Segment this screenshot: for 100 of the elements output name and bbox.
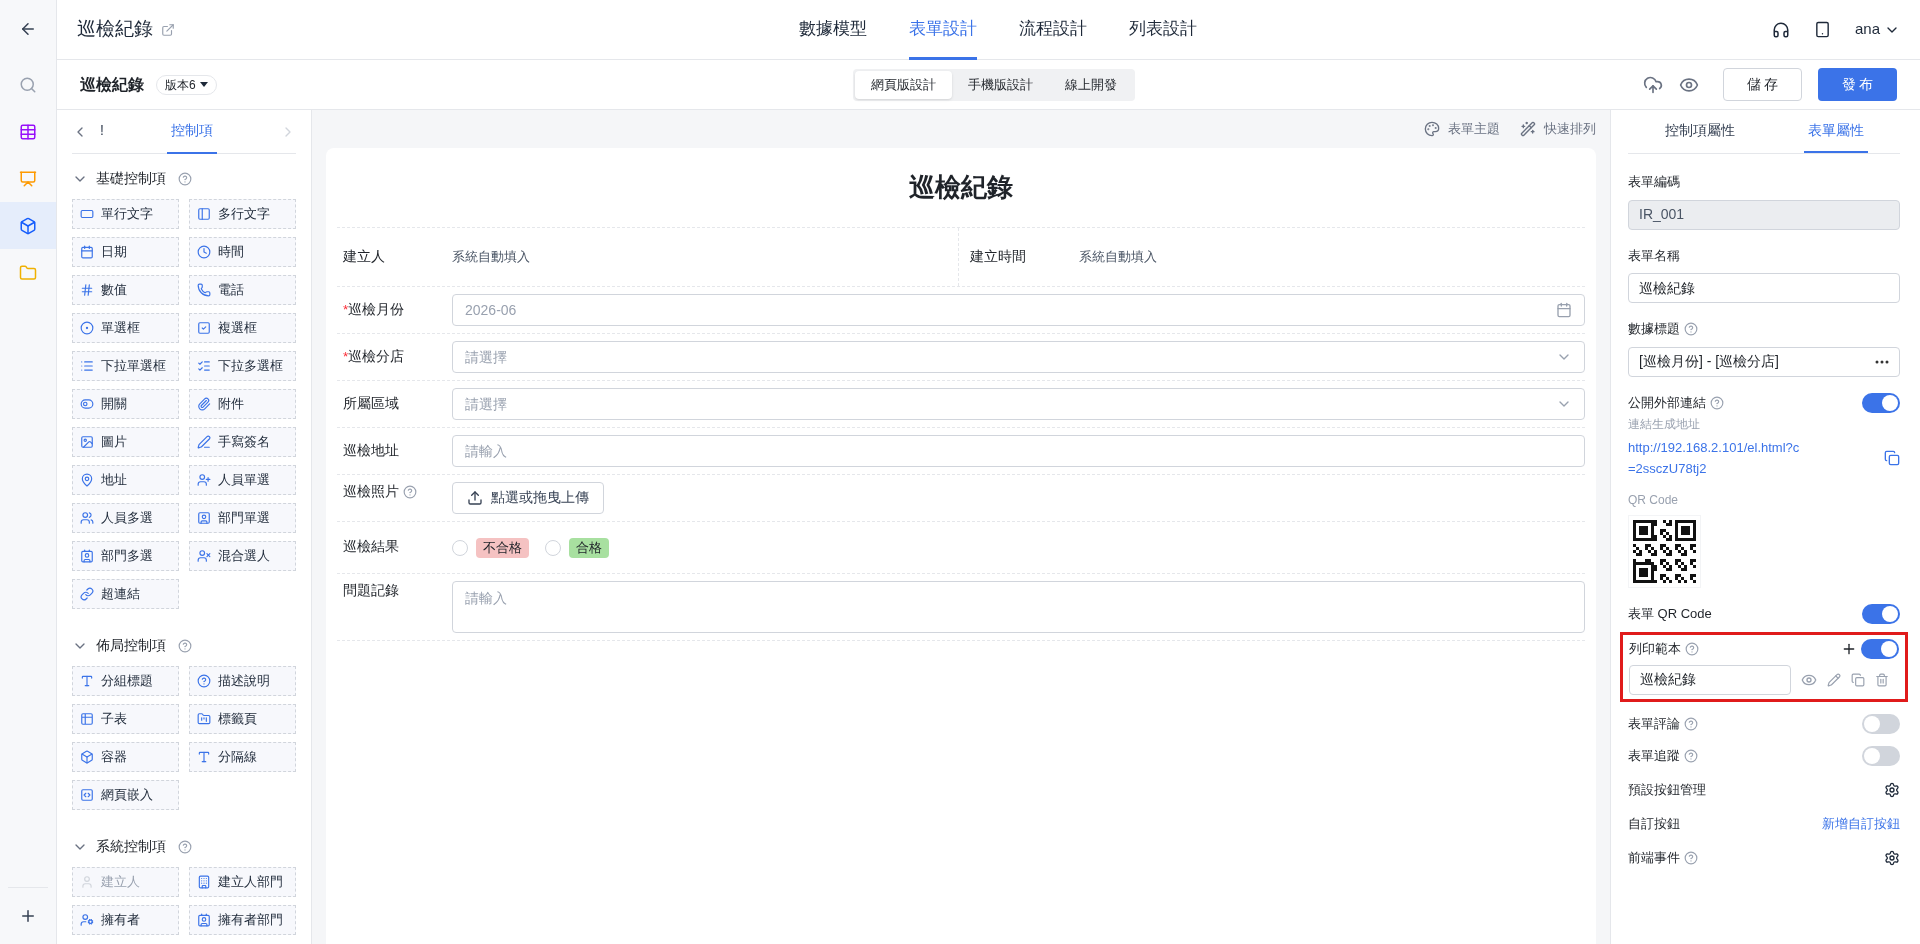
required-mark: * bbox=[343, 300, 349, 319]
nav-tab[interactable]: 數據模型 bbox=[799, 0, 867, 60]
control-item[interactable]: 電話 bbox=[189, 275, 296, 305]
control-item[interactable]: 下拉多選框 bbox=[189, 351, 296, 381]
toolbar-button[interactable]: 快速排列 bbox=[1520, 119, 1596, 139]
tab-icon bbox=[197, 712, 211, 726]
user-icon bbox=[80, 913, 94, 927]
control-item[interactable]: 下拉單選框 bbox=[72, 351, 179, 381]
group-title: 佈局控制項 bbox=[96, 636, 166, 655]
control-item[interactable]: 單選框 bbox=[72, 313, 179, 343]
paperclip-icon bbox=[197, 397, 211, 411]
link-icon bbox=[80, 587, 94, 601]
auto-fill-text: 系統自動填入 bbox=[452, 248, 530, 267]
image-icon bbox=[80, 435, 94, 449]
table-icon[interactable] bbox=[19, 122, 37, 141]
add-button-link[interactable]: 新增自訂按鈕 bbox=[1822, 815, 1900, 831]
nav-tab[interactable]: 列表設計 bbox=[1129, 0, 1197, 60]
field-label: 表單 QR Code bbox=[1628, 604, 1712, 623]
cube-icon[interactable] bbox=[19, 216, 37, 235]
nav-tab[interactable]: 表單設計 bbox=[909, 0, 977, 60]
property-tab[interactable]: 表單屬性 bbox=[1803, 110, 1868, 153]
help-icon bbox=[1685, 641, 1699, 656]
control-item[interactable]: 容器 bbox=[72, 742, 179, 772]
checklist-icon bbox=[197, 359, 211, 373]
control-item[interactable]: 圖片 bbox=[72, 427, 179, 457]
control-item[interactable]: 地址 bbox=[72, 465, 179, 495]
toggle-switch[interactable] bbox=[1862, 392, 1900, 413]
control-item[interactable]: 複選框 bbox=[189, 313, 296, 343]
mode-tab[interactable]: 網頁版設計 bbox=[855, 71, 952, 99]
search-icon[interactable] bbox=[19, 75, 37, 94]
control-item[interactable]: 分隔線 bbox=[189, 742, 296, 772]
control-item[interactable]: 部門單選 bbox=[189, 503, 296, 533]
toggle-switch[interactable] bbox=[1862, 603, 1900, 624]
toolbar-button[interactable]: 表單主題 bbox=[1424, 119, 1500, 139]
help-icon bbox=[197, 674, 211, 688]
copy-icon[interactable] bbox=[1884, 449, 1900, 466]
control-item[interactable]: 時間 bbox=[189, 237, 296, 267]
external-link-icon[interactable] bbox=[161, 22, 175, 37]
save-button[interactable]: 儲 存 bbox=[1723, 68, 1802, 101]
edit-icon[interactable] bbox=[1827, 672, 1841, 687]
palette-icon bbox=[1424, 121, 1440, 137]
control-item[interactable]: 混合選人 bbox=[189, 541, 296, 571]
upload-button[interactable]: 點選或拖曳上傳 bbox=[452, 482, 604, 514]
control-item[interactable]: 手寫簽名 bbox=[189, 427, 296, 457]
field-label: 巡檢月份 bbox=[348, 300, 405, 319]
control-item[interactable]: 數值 bbox=[72, 275, 179, 305]
control-item[interactable]: 附件 bbox=[189, 389, 296, 419]
help-icon bbox=[178, 839, 192, 854]
control-item[interactable]: 多行文字 bbox=[189, 199, 296, 229]
add-icon[interactable] bbox=[19, 907, 37, 925]
input-field[interactable]: 巡檢紀錄 bbox=[1628, 273, 1900, 303]
control-item[interactable]: 人員多選 bbox=[72, 503, 179, 533]
control-item[interactable]: 超連結 bbox=[72, 579, 179, 609]
panel-tab[interactable]: 控制項 bbox=[166, 110, 217, 154]
control-item[interactable]: 擁有者部門 bbox=[189, 905, 296, 935]
mode-tab[interactable]: 線上開發 bbox=[1049, 71, 1133, 99]
control-item[interactable]: 描述說明 bbox=[189, 666, 296, 696]
toggle-switch[interactable] bbox=[1861, 638, 1899, 659]
mode-tab[interactable]: 手機版設計 bbox=[952, 71, 1049, 99]
nav-tab[interactable]: 流程設計 bbox=[1019, 0, 1087, 60]
map-pin-icon bbox=[80, 473, 94, 487]
control-item[interactable]: 日期 bbox=[72, 237, 179, 267]
public-link[interactable]: http://192.168.2.101/el.html?c=2ssczU78tj2 bbox=[1628, 436, 1803, 479]
control-item[interactable]: 子表 bbox=[72, 704, 179, 734]
user-plus-icon bbox=[197, 473, 211, 487]
cloud-upload-icon[interactable] bbox=[1643, 74, 1663, 95]
control-item[interactable]: 單行文字 bbox=[72, 199, 179, 229]
toggle-switch[interactable] bbox=[1862, 745, 1900, 766]
control-item[interactable]: 建立人部門 bbox=[189, 867, 296, 897]
publish-button[interactable]: 發 布 bbox=[1818, 68, 1897, 101]
control-item[interactable]: 開關 bbox=[72, 389, 179, 419]
delete-icon[interactable] bbox=[1875, 672, 1889, 687]
department-icon bbox=[197, 511, 211, 525]
control-item[interactable]: 人員單選 bbox=[189, 465, 296, 495]
toggle-switch[interactable] bbox=[1862, 713, 1900, 734]
users-icon bbox=[80, 511, 94, 525]
document-icon[interactable] bbox=[1813, 21, 1831, 38]
control-item[interactable]: 網頁嵌入 bbox=[72, 780, 179, 810]
qr-code-drawing bbox=[1633, 519, 1696, 583]
settings-icon[interactable] bbox=[1884, 849, 1900, 866]
template-field[interactable]: 巡檢紀錄 bbox=[1629, 664, 1791, 695]
panel-tab[interactable]: ! bbox=[100, 110, 104, 154]
calendar-icon bbox=[80, 245, 94, 259]
control-item[interactable]: 分組標題 bbox=[72, 666, 179, 696]
headset-icon[interactable] bbox=[1771, 20, 1790, 39]
copy-icon[interactable] bbox=[1851, 672, 1865, 687]
control-item[interactable]: 部門多選 bbox=[72, 541, 179, 571]
control-item[interactable]: 標籤頁 bbox=[189, 704, 296, 734]
department-icon bbox=[197, 913, 211, 927]
code-icon bbox=[80, 788, 94, 802]
checkbox-icon bbox=[197, 321, 211, 335]
control-item[interactable]: 擁有者 bbox=[72, 905, 179, 935]
list-icon bbox=[80, 359, 94, 373]
user-menu[interactable]: ana bbox=[1854, 18, 1900, 41]
cube-icon bbox=[80, 750, 94, 764]
input-field[interactable]: [巡檢月份] - [巡檢分店] bbox=[1628, 346, 1900, 377]
help-icon bbox=[1710, 395, 1724, 410]
settings-icon[interactable] bbox=[1884, 781, 1900, 798]
option-tag: 合格 bbox=[569, 537, 609, 558]
property-tab[interactable]: 控制項屬性 bbox=[1660, 110, 1739, 153]
